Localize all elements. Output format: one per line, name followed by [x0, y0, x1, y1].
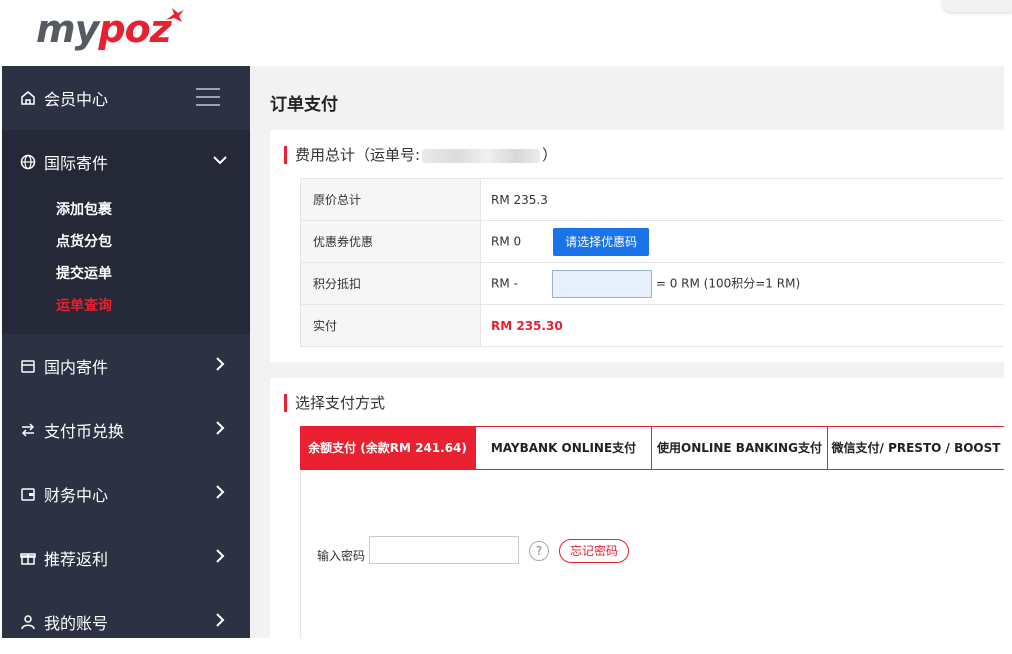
sidebar-subitem-waybill-query[interactable]: 运单查询 — [2, 290, 250, 322]
main-content: 订单支付 费用总计（运单号:） 原价总计 RM 235.3 优惠券优惠 RM 0… — [250, 66, 1004, 638]
box-icon — [20, 358, 36, 374]
sidebar-item-label: 会员中心 — [44, 90, 109, 109]
sidebar-item-label: 国内寄件 — [44, 358, 109, 377]
gift-icon — [20, 550, 36, 566]
chevron-down-icon — [213, 156, 227, 165]
sidebar-item-label: 推荐返利 — [44, 550, 109, 569]
payment-tabs: 余额支付 (余款RM 241.64) MAYBANK ONLINE支付 使用ON… — [300, 426, 1004, 470]
user-icon — [20, 614, 36, 630]
top-bar: mypoz — [0, 0, 1012, 66]
sidebar-item-label: 财务中心 — [44, 486, 109, 505]
table-row: 原价总计 RM 235.3 — [300, 178, 1004, 221]
menu-toggle-icon[interactable] — [196, 88, 220, 106]
page-title: 订单支付 — [270, 95, 338, 115]
fee-label-paid: 实付 — [300, 304, 481, 347]
payment-method-panel: 选择支付方式 余额支付 (余款RM 241.64) MAYBANK ONLINE… — [270, 378, 1004, 638]
select-coupon-button[interactable]: 请选择优惠码 — [553, 227, 650, 256]
tab-online-banking[interactable]: 使用ONLINE BANKING支付 — [652, 427, 828, 469]
corner-tab[interactable] — [942, 0, 1012, 12]
globe-icon — [20, 154, 36, 170]
table-row: 积分抵扣 RM - = 0 RM (100积分=1 RM) — [300, 262, 1004, 305]
points-input[interactable] — [551, 269, 652, 298]
table-row: 实付 RM 235.30 — [300, 304, 1004, 347]
sidebar-item-referral[interactable]: 推荐返利 — [2, 526, 250, 590]
points-conversion-text: = 0 RM (100积分=1 RM) — [655, 276, 801, 290]
chevron-right-icon — [216, 549, 225, 563]
tab-maybank-online[interactable]: MAYBANK ONLINE支付 — [476, 427, 652, 469]
sidebar-item-finance[interactable]: 财务中心 — [2, 462, 250, 526]
sidebar-item-exchange[interactable]: 支付币兑换 — [2, 398, 250, 462]
chevron-right-icon — [216, 421, 225, 435]
tab-balance-payment[interactable]: 余额支付 (余款RM 241.64) — [300, 427, 476, 469]
fee-label-points: 积分抵扣 — [300, 262, 481, 305]
fee-summary-panel: 费用总计（运单号:） 原价总计 RM 235.3 优惠券优惠 RM 0 请选择优惠… — [270, 130, 1004, 362]
fee-label-original: 原价总计 — [300, 178, 481, 221]
sidebar-subitem-add-parcel[interactable]: 添加包裹 — [2, 194, 250, 226]
fee-label-coupon: 优惠券优惠 — [300, 220, 481, 263]
sidebar-subitem-split-parcel[interactable]: 点货分包 — [2, 226, 250, 258]
password-label: 输入密码 — [317, 549, 366, 563]
fee-value-coupon: RM 0 — [491, 234, 522, 248]
exchange-icon — [20, 422, 36, 438]
payment-section-title: 选择支付方式 — [284, 394, 385, 412]
bird-icon — [166, 8, 184, 22]
home-icon — [20, 90, 36, 106]
redacted-waybill-number — [422, 148, 541, 163]
fee-value-paid: RM 235.30 — [480, 304, 1004, 347]
sidebar-item-member-center[interactable]: 会员中心 — [2, 66, 250, 130]
sidebar: 会员中心 国际寄件 添加包裹 点货分包 提交运单 运单查询 国内寄件 支付币兑换… — [2, 66, 250, 638]
sidebar-item-international[interactable]: 国际寄件 — [2, 130, 250, 194]
mypoz-logo[interactable]: mypoz — [36, 6, 184, 52]
sidebar-item-label: 国际寄件 — [44, 154, 109, 173]
fee-section-title: 费用总计（运单号:） — [284, 146, 557, 164]
sidebar-subitem-submit-waybill[interactable]: 提交运单 — [2, 258, 250, 290]
chevron-right-icon — [216, 485, 225, 499]
table-row: 优惠券优惠 RM 0 请选择优惠码 — [300, 220, 1004, 263]
chevron-right-icon — [216, 357, 225, 371]
fee-table: 原价总计 RM 235.3 优惠券优惠 RM 0 请选择优惠码 积分抵扣 RM -… — [300, 178, 1004, 347]
sidebar-item-account[interactable]: 我的账号 — [2, 590, 250, 654]
payment-body: 输入密码 ? 忘记密码 — [300, 470, 1004, 638]
fee-value-points: RM - — [491, 276, 518, 290]
help-icon[interactable]: ? — [529, 541, 549, 561]
fee-value-original: RM 235.3 — [480, 178, 1004, 221]
tab-wechat-presto-boost[interactable]: 微信支付/ PRESTO / BOOST — [828, 427, 1004, 469]
chevron-right-icon — [216, 613, 225, 627]
sidebar-item-label: 支付币兑换 — [44, 422, 125, 441]
sidebar-item-label: 我的账号 — [44, 614, 109, 633]
sidebar-item-domestic[interactable]: 国内寄件 — [2, 334, 250, 398]
password-input[interactable] — [369, 536, 519, 564]
wallet-icon — [20, 486, 36, 502]
submenu-international: 添加包裹 点货分包 提交运单 运单查询 — [2, 194, 250, 334]
forgot-password-button[interactable]: 忘记密码 — [559, 539, 630, 563]
